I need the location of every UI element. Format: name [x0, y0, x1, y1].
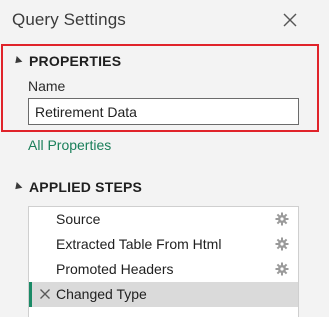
step-label: Changed Type: [56, 286, 147, 302]
step-source[interactable]: Source: [29, 207, 298, 232]
query-settings-pane: Query Settings PROPERTIES Name All Prope…: [0, 0, 329, 317]
applied-steps-section-header[interactable]: APPLIED STEPS: [12, 179, 142, 195]
step-promoted-headers[interactable]: Promoted Headers: [29, 257, 298, 282]
name-label: Name: [28, 78, 66, 94]
query-name-input[interactable]: [28, 98, 299, 125]
applied-steps-header-label: APPLIED STEPS: [29, 179, 143, 195]
properties-header-label: PROPERTIES: [29, 53, 122, 69]
step-label: Source: [56, 211, 101, 227]
collapse-triangle-icon[interactable]: [12, 56, 23, 66]
close-icon[interactable]: [281, 11, 299, 29]
step-extracted-table-from-html[interactable]: Extracted Table From Html: [29, 232, 298, 257]
properties-section-header[interactable]: PROPERTIES: [12, 53, 121, 69]
step-label: Promoted Headers: [56, 261, 174, 277]
collapse-triangle-icon[interactable]: [12, 182, 23, 192]
gear-icon[interactable]: [275, 237, 289, 251]
gear-icon[interactable]: [275, 212, 289, 226]
step-label: Extracted Table From Html: [56, 236, 222, 252]
all-properties-link[interactable]: All Properties: [28, 137, 111, 153]
delete-x-icon[interactable]: [39, 288, 51, 300]
applied-steps-list: Source Extracted Table From Html Promote…: [28, 206, 299, 317]
step-changed-type[interactable]: Changed Type: [29, 282, 298, 307]
gear-icon[interactable]: [275, 262, 289, 276]
pane-title: Query Settings: [12, 10, 126, 29]
